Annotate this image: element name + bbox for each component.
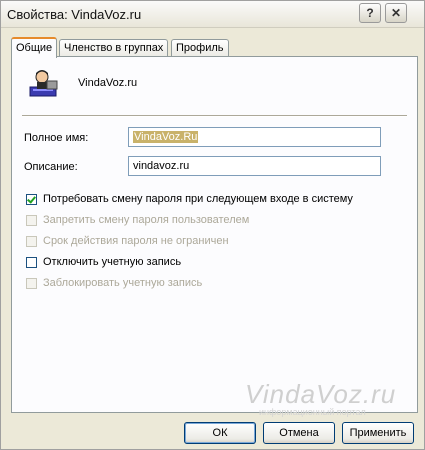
checkbox-label: Отключить учетную запись [43,256,182,268]
tab-panel-general: VindaVoz.ru Полное имя: VindaVoz.Ru Опис… [11,56,418,413]
checkbox-password-never-expires[interactable]: Срок действия пароля не ограничен [26,234,229,248]
description-label: Описание: [24,161,78,173]
tab-profile[interactable]: Профиль [171,39,229,56]
checkbox-box[interactable] [26,277,37,289]
checkbox-label: Срок действия пароля не ограничен [43,235,229,247]
apply-button[interactable]: Применить [342,422,414,444]
checkbox-label: Потребовать смену пароля при следующем в… [43,193,353,205]
user-name: VindaVoz.ru [78,77,138,89]
full-name-label: Полное имя: [24,132,89,144]
checkbox-box[interactable] [26,256,37,268]
checkbox-box[interactable] [26,235,37,247]
user-icon [29,70,58,97]
tab-general[interactable]: Общие [11,37,58,58]
watermark-subtitle: информационный портал [259,407,366,417]
title-bar[interactable]: Свойства: VindaVoz.ru ? ✕ [1,1,424,28]
full-name-field[interactable]: VindaVoz.Ru [128,127,381,147]
checkbox-box[interactable] [26,193,37,205]
close-button[interactable]: ✕ [385,3,407,23]
cancel-button[interactable]: Отмена [263,422,335,444]
checkbox-deny-password-change[interactable]: Запретить смену пароля пользователем [26,213,249,227]
ok-button[interactable]: ОК [184,422,256,444]
description-field[interactable]: vindavoz.ru [128,156,381,176]
tab-membership[interactable]: Членство в группах [59,39,169,56]
separator [22,115,407,117]
checkbox-label: Запретить смену пароля пользователем [43,214,250,226]
checkbox-lock-account[interactable]: Заблокировать учетную запись [26,276,202,290]
checkbox-require-password-change[interactable]: Потребовать смену пароля при следующем в… [26,192,353,206]
checkbox-label: Заблокировать учетную запись [43,277,203,289]
window-title: Свойства: VindaVoz.ru [7,7,142,22]
checkbox-box[interactable] [26,214,37,226]
full-name-value: VindaVoz.Ru [133,131,199,143]
watermark: VindaVoz.ru [245,379,397,409]
properties-dialog: Свойства: VindaVoz.ru ? ✕ Общие Членство… [0,0,425,450]
checkbox-disable-account[interactable]: Отключить учетную запись [26,255,181,269]
help-button[interactable]: ? [359,3,381,23]
